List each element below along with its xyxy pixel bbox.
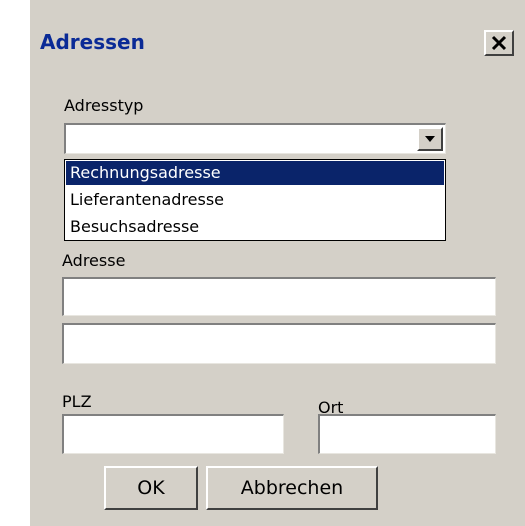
address-type-label: Adresstyp [64,96,144,115]
dropdown-option-rechnungsadresse[interactable]: Rechnungsadresse [66,161,444,185]
city-input[interactable] [318,414,496,454]
address-line1-input[interactable] [62,277,496,316]
title-bar: Adressen [30,4,525,68]
cancel-button[interactable]: Abbrechen [206,466,378,510]
address-dialog: Adressen Adresstyp Rechnungsadresse Lief… [28,0,525,526]
postal-code-label: PLZ [62,392,92,411]
dropdown-option-lieferantenadresse[interactable]: Lieferantenadresse [66,188,444,212]
dialog-title: Adressen [40,30,145,54]
address-line2-input[interactable] [62,323,496,364]
chevron-down-icon [425,136,435,142]
address-label: Adresse [62,251,126,270]
postal-code-input[interactable] [62,414,284,454]
ok-button[interactable]: OK [104,466,198,510]
close-icon [491,35,507,51]
dropdown-option-besuchsadresse[interactable]: Besuchsadresse [66,215,444,239]
dropdown-button[interactable] [417,127,443,151]
address-type-dropdown-list: Rechnungsadresse Lieferantenadresse Besu… [64,159,446,241]
address-type-select[interactable] [64,123,446,154]
close-button[interactable] [484,30,514,56]
